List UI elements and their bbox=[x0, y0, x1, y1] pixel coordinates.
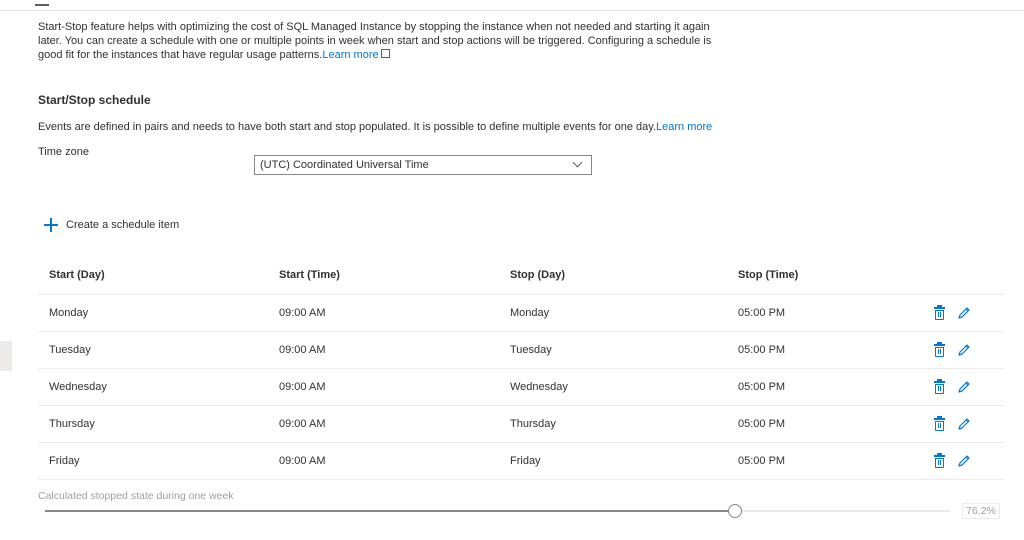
pencil-icon[interactable] bbox=[957, 417, 971, 431]
table-row: Friday 09:00 AM Friday 05:00 PM bbox=[38, 443, 1004, 480]
timezone-value: (UTC) Coordinated Universal Time bbox=[260, 159, 429, 171]
stopped-state-slider[interactable] bbox=[45, 504, 950, 518]
stop-day-cell: Friday bbox=[510, 455, 541, 467]
timezone-label: Time zone bbox=[38, 146, 89, 158]
intro-section: Start-Stop feature helps with optimizing… bbox=[38, 20, 738, 62]
slider-fill bbox=[45, 510, 735, 512]
pencil-icon[interactable] bbox=[957, 380, 971, 394]
trash-icon[interactable] bbox=[934, 342, 945, 357]
start-day-cell: Monday bbox=[49, 307, 89, 319]
start-time-cell: 09:00 AM bbox=[279, 307, 326, 319]
stopped-state-label: Calculated stopped state during one week bbox=[38, 490, 234, 502]
table-row: Wednesday 09:00 AM Wednesday 05:00 PM bbox=[38, 369, 1004, 406]
table-row: Tuesday 09:00 AM Tuesday 05:00 PM bbox=[38, 332, 1004, 369]
top-toolbar bbox=[0, 0, 1024, 11]
row-actions bbox=[934, 453, 971, 468]
row-actions bbox=[934, 416, 971, 431]
timezone-dropdown[interactable]: (UTC) Coordinated Universal Time bbox=[254, 155, 592, 175]
start-day-cell: Friday bbox=[49, 455, 80, 467]
side-panel-edge bbox=[0, 341, 12, 371]
stop-day-cell: Monday bbox=[510, 307, 550, 319]
start-day-cell: Thursday bbox=[49, 418, 95, 430]
intro-learn-more-link[interactable]: Learn more bbox=[322, 49, 378, 61]
trash-icon[interactable] bbox=[934, 453, 945, 468]
stopped-state-value: 76.2% bbox=[962, 503, 1000, 519]
table-row: Monday 09:00 AM Monday 05:00 PM bbox=[38, 295, 1004, 332]
intro-text: Start-Stop feature helps with optimizing… bbox=[38, 20, 728, 62]
slider-thumb[interactable] bbox=[727, 504, 742, 518]
start-time-cell: 09:00 AM bbox=[279, 455, 326, 467]
start-day-cell: Tuesday bbox=[49, 344, 91, 356]
table-row: Thursday 09:00 AM Thursday 05:00 PM bbox=[38, 406, 1004, 443]
chevron-down-icon bbox=[572, 157, 583, 168]
stop-time-cell: 05:00 PM bbox=[738, 455, 786, 467]
pencil-icon[interactable] bbox=[957, 306, 971, 320]
start-day-cell: Wednesday bbox=[49, 381, 107, 393]
trash-icon[interactable] bbox=[934, 379, 945, 394]
start-time-cell: 09:00 AM bbox=[279, 418, 326, 430]
row-actions bbox=[934, 342, 971, 357]
schedule-title: Start/Stop schedule bbox=[38, 93, 151, 107]
trash-icon[interactable] bbox=[934, 305, 945, 320]
column-header-stop-time: Stop (Time) bbox=[738, 269, 799, 281]
stop-day-cell: Thursday bbox=[510, 418, 556, 430]
stop-time-cell: 05:00 PM bbox=[738, 344, 786, 356]
stop-time-cell: 05:00 PM bbox=[738, 418, 786, 430]
stop-time-cell: 05:00 PM bbox=[738, 307, 786, 319]
pencil-icon[interactable] bbox=[957, 454, 971, 468]
table-header-row: Start (Day) Start (Time) Stop (Day) Stop… bbox=[38, 256, 1004, 295]
start-time-cell: 09:00 AM bbox=[279, 344, 326, 356]
external-link-icon bbox=[380, 49, 390, 58]
schedule-description-text: Events are defined in pairs and needs to… bbox=[38, 121, 657, 133]
trash-icon[interactable] bbox=[934, 416, 945, 431]
schedule-table: Start (Day) Start (Time) Stop (Day) Stop… bbox=[38, 256, 1004, 480]
pencil-icon[interactable] bbox=[957, 343, 971, 357]
row-actions bbox=[934, 305, 971, 320]
schedule-description: Events are defined in pairs and needs to… bbox=[38, 121, 712, 133]
column-header-start-day: Start (Day) bbox=[49, 269, 105, 281]
row-actions bbox=[934, 379, 971, 394]
column-header-start-time: Start (Time) bbox=[279, 269, 340, 281]
create-schedule-item-button[interactable]: Create a schedule item bbox=[44, 216, 179, 234]
stop-day-cell: Tuesday bbox=[510, 344, 552, 356]
stop-time-cell: 05:00 PM bbox=[738, 381, 786, 393]
plus-icon bbox=[44, 218, 58, 232]
start-time-cell: 09:00 AM bbox=[279, 381, 326, 393]
column-header-stop-day: Stop (Day) bbox=[510, 269, 565, 281]
schedule-learn-more-link[interactable]: Learn more bbox=[656, 121, 712, 133]
toolbar-icon[interactable] bbox=[35, 0, 49, 6]
stop-day-cell: Wednesday bbox=[510, 381, 568, 393]
create-schedule-item-label: Create a schedule item bbox=[66, 219, 180, 231]
